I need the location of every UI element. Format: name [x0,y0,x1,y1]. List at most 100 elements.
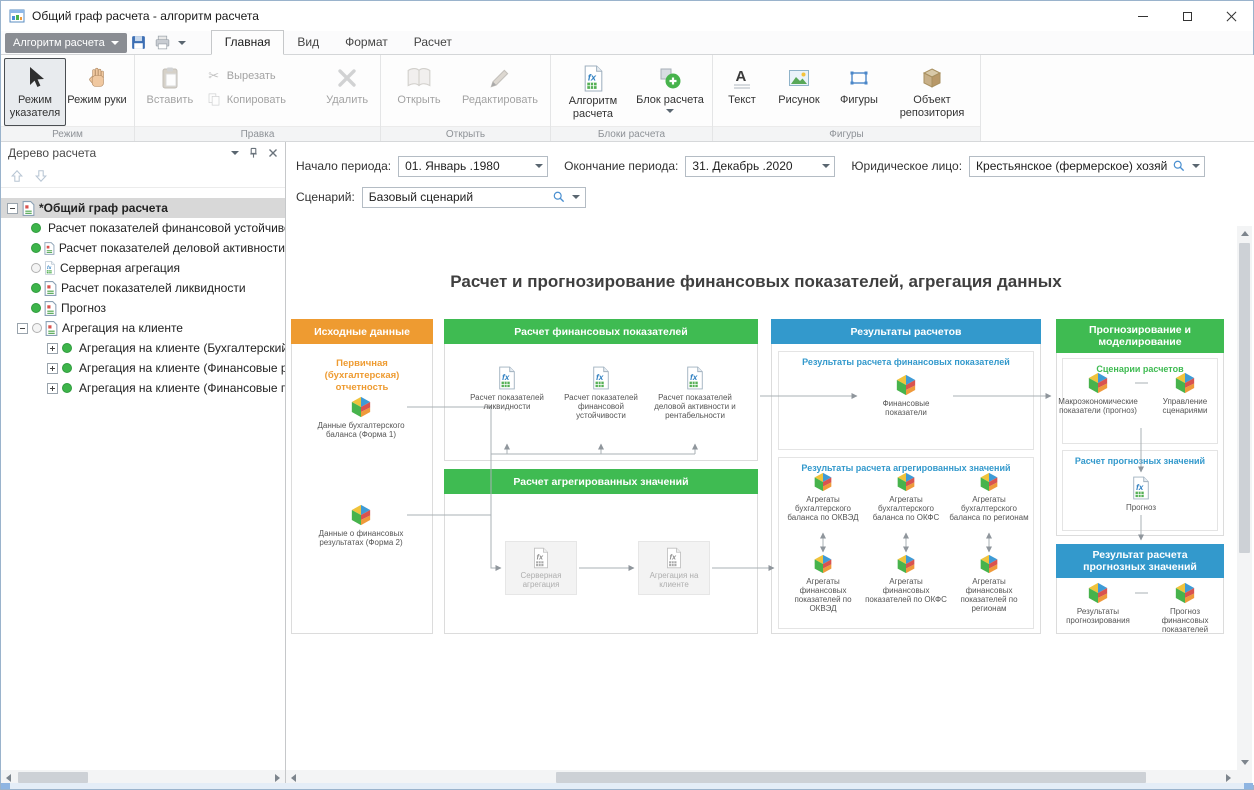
scenario-combo[interactable]: Базовый сценарий [362,187,586,208]
node-agg-balance-okved[interactable]: Агрегаты бухгалтерского баланса по ОКВЭД [782,472,864,522]
main-area: Начало периода: 01. Январь .1980 Окончан… [286,142,1254,785]
period-start-value[interactable]: 01. Январь .1980 [405,159,530,173]
scenario-search-button[interactable] [551,188,568,207]
legal-entity-search-button[interactable] [1170,157,1187,176]
scrollbar-thumb[interactable] [556,772,1146,783]
node-scenario-management[interactable]: Управление сценариями [1150,372,1220,415]
tree-item-fin-stability[interactable]: Расчет показателей финансовой устойчивос… [1,218,285,238]
move-up-icon[interactable] [10,169,24,183]
forecast-header[interactable]: Прогнозирование и моделирование [1056,319,1224,353]
pin-icon[interactable] [248,147,259,159]
close-button[interactable] [1209,1,1253,31]
node-agg-fin-okved[interactable]: Агрегаты финансовых показателей по ОКВЭД [782,554,864,613]
maximize-button[interactable] [1165,1,1209,31]
calculation-block-label: Блок расчета [636,94,704,107]
expand-expander-icon[interactable] [47,383,58,394]
fin-results-title: Результаты расчета финансовых показателе… [779,357,1033,367]
legal-entity-dropdown[interactable] [1187,157,1204,176]
tree-item-root[interactable]: *Общий граф расчета [1,198,285,218]
text-tool-button[interactable]: A Текст [716,58,768,126]
tree-item-liquidity[interactable]: Расчет показателей ликвидности [1,278,285,298]
period-end-combo[interactable]: 31. Декабрь .2020 [685,156,835,177]
pointer-mode-button[interactable]: Режим указателя [4,58,66,126]
node-agg-fin-okfs[interactable]: Агрегаты финансовых показателей по ОКФС [865,554,947,604]
copy-label: Копировать [227,94,286,106]
node-agg-balance-regions[interactable]: Агрегаты бухгалтерского баланса по регио… [948,472,1030,522]
tree-item-server-aggregation[interactable]: Серверная агрегация [1,258,285,278]
repository-object-button[interactable]: Объект репозитория [888,58,976,126]
expand-expander-icon[interactable] [47,343,58,354]
node-calc-activity[interactable]: Расчет показателей деловой активности и … [650,366,740,420]
fin-calc-header[interactable]: Расчет финансовых показателей [444,319,758,344]
tab-home[interactable]: Главная [211,30,285,55]
tree-item-client-agg-finresults[interactable]: Агрегация на клиенте (Финансовые ре [1,358,285,378]
collapse-expander-icon[interactable] [7,203,18,214]
panel-header-tools [231,147,278,159]
node-label: Агрегаты бухгалтерского баланса по ОКВЭД [782,495,864,522]
legal-entity-value[interactable]: Крестьянское (фермерское) хозяй [976,159,1170,173]
tree-item-client-agg-finindicators[interactable]: Агрегация на клиенте (Финансовые по [1,378,285,398]
copy-icon [206,92,222,107]
agg-calc-header[interactable]: Расчет агрегированных значений [444,469,758,494]
period-end-value[interactable]: 31. Декабрь .2020 [692,159,817,173]
application-menu-button[interactable]: Алгоритм расчета [5,33,127,53]
node-forecast-calc[interactable]: Прогноз [1103,476,1179,512]
period-end-dropdown[interactable] [817,157,834,176]
node-finresults-data[interactable]: Данные о финансовых результатах (Форма 2… [316,504,406,547]
results-header[interactable]: Результаты расчетов [771,319,1041,344]
scroll-down-arrow[interactable] [1237,755,1252,770]
tree-item-client-aggregation[interactable]: Агрегация на клиенте [1,318,285,338]
canvas-vertical-scrollbar[interactable] [1237,226,1252,770]
scenario-value[interactable]: Базовый сценарий [369,190,551,204]
scenario-dropdown[interactable] [568,188,585,207]
node-calc-liquidity[interactable]: Расчет показателей ликвидности [462,366,552,411]
panel-menu-chevron-icon[interactable] [231,151,239,155]
shapes-tool-button[interactable]: Фигуры [830,58,888,126]
ribbon-group-blocks: Алгоритм расчета Блок расчета Блоки расч… [551,55,713,141]
node-macro-indicators[interactable]: Макроэкономические показатели (прогноз) [1063,372,1133,415]
node-forecast-results[interactable]: Результаты прогнозирования [1063,582,1133,625]
resize-corner-left[interactable] [1,783,10,789]
source-data-header[interactable]: Исходные данные [291,319,433,344]
node-label: Агрегаты бухгалтерского баланса по ОКФС [865,495,947,522]
node-balance-data[interactable]: Данные бухгалтерского баланса (Форма 1) [316,396,406,439]
tree-item-forecast[interactable]: Прогноз [1,298,285,318]
edit-object-label: Редактировать [462,94,538,107]
print-button[interactable] [151,33,175,53]
copy-button: Копировать [202,91,318,108]
expand-expander-icon[interactable] [47,363,58,374]
period-start-combo[interactable]: 01. Январь .1980 [398,156,548,177]
collapse-expander-icon[interactable] [17,323,28,334]
scrollbar-thumb[interactable] [18,772,88,783]
tree-item-client-agg-balance[interactable]: Агрегация на клиенте (Бухгалтерский [1,338,285,358]
picture-tool-button[interactable]: Рисунок [768,58,830,126]
calculation-algorithm-button[interactable]: Алгоритм расчета [554,58,632,126]
scrollbar-thumb[interactable] [1239,243,1250,553]
diagram-canvas[interactable]: Расчет и прогнозирование финансовых пока… [286,226,1236,770]
node-agg-balance-okfs[interactable]: Агрегаты бухгалтерского баланса по ОКФС [865,472,947,522]
agg-calc-body[interactable] [444,494,758,634]
period-start-dropdown[interactable] [530,157,547,176]
resize-corner-right[interactable] [1244,783,1253,789]
node-forecast-fin-indicators[interactable]: Прогноз финансовых показателей [1150,582,1220,634]
tab-view[interactable]: Вид [284,31,332,54]
legal-entity-combo[interactable]: Крестьянское (фермерское) хозяй [969,156,1205,177]
search-icon [553,191,565,203]
node-server-aggregation[interactable]: Серверная агрегация [505,541,577,595]
forecast-results-header[interactable]: Результат расчета прогнозных значений [1056,544,1224,578]
tree-item-business-activity[interactable]: Расчет показателей деловой активности [1,238,285,258]
node-client-aggregation[interactable]: Агрегация на клиенте [638,541,710,595]
panel-close-icon[interactable] [268,148,278,158]
tab-calculation[interactable]: Расчет [401,31,465,54]
hand-mode-button[interactable]: Режим руки [66,58,128,126]
save-button[interactable] [127,33,151,53]
scroll-up-arrow[interactable] [1237,226,1252,241]
move-down-icon[interactable] [34,169,48,183]
node-financial-indicators[interactable]: Финансовые показатели [861,374,951,417]
minimize-button[interactable] [1121,1,1165,31]
node-calc-stability[interactable]: Расчет показателей финансовой устойчивос… [556,366,646,420]
tab-format[interactable]: Формат [332,31,401,54]
quick-access-dropdown[interactable] [175,33,189,53]
calculation-block-button[interactable]: Блок расчета [632,58,708,126]
node-agg-fin-regions[interactable]: Агрегаты финансовых показателей по регио… [948,554,1030,613]
